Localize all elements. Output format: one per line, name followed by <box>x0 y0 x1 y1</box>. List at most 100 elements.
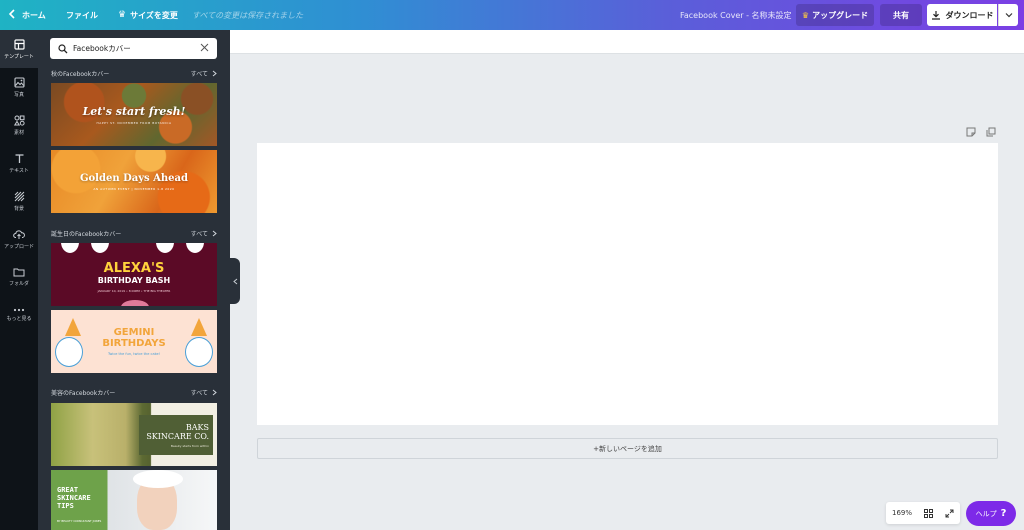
template-title: GEMINI BIRTHDAYS <box>102 327 166 349</box>
see-all-link[interactable]: すべて <box>191 229 217 238</box>
decor-balloon <box>186 243 204 253</box>
download-label: ダウンロード <box>945 10 994 20</box>
character-illustration <box>55 337 83 367</box>
sidebar-item-text[interactable]: テキスト <box>0 144 38 182</box>
chevron-down-icon <box>1005 12 1013 18</box>
party-hat-icon <box>191 318 207 336</box>
see-all-link[interactable]: すべて <box>191 69 217 78</box>
template-thumbnail[interactable]: GEMINI BIRTHDAYS Twice the fun, twice th… <box>51 310 217 373</box>
template-title: GREAT SKINCARE TIPS <box>57 486 91 510</box>
template-subtitle: HAPPY ST. NOVEMBER FROM BOTANICA <box>96 120 172 125</box>
background-icon <box>14 191 25 202</box>
chevron-right-icon <box>212 70 217 77</box>
toolbar-strip <box>230 30 1024 54</box>
section-header-beauty: 美容のFacebookカバー すべて <box>51 388 217 397</box>
file-label: ファイル <box>66 10 98 20</box>
duplicate-page-icon[interactable] <box>986 127 996 137</box>
template-thumbnail[interactable]: BAKS SKINCARE CO. Beauty starts from wit… <box>51 403 217 466</box>
fullscreen-icon[interactable] <box>945 509 954 518</box>
page-tools <box>966 127 996 137</box>
sidebar-item-label: 背景 <box>13 205 24 212</box>
zoom-level[interactable]: 169% <box>892 509 912 517</box>
design-canvas[interactable] <box>257 143 998 425</box>
template-subtitle: BY BEAUTY CONSULTANT JONES <box>57 519 102 523</box>
section-header-autumn: 秋のFacebookカバー すべて <box>51 69 217 78</box>
sidebar-item-uploads[interactable]: アップロード <box>0 220 38 258</box>
chevron-left-icon <box>8 8 16 22</box>
search-box[interactable] <box>50 38 217 59</box>
chevron-left-icon <box>232 278 238 285</box>
note-icon[interactable] <box>966 127 976 137</box>
help-label: ヘルプ <box>975 509 997 518</box>
chevron-right-icon <box>212 230 217 237</box>
decor-shape <box>133 470 183 488</box>
template-thumbnail[interactable]: ALEXA'S BIRTHDAY BASH JANUARY 10, 2019 •… <box>51 243 217 306</box>
more-icon <box>13 308 25 312</box>
file-menu[interactable]: ファイル <box>66 0 98 30</box>
decor-balloon <box>61 243 79 253</box>
template-icon <box>13 38 25 50</box>
resize-button[interactable]: ♛ サイズを変更 <box>118 0 178 30</box>
zoom-controls: 169% <box>886 502 960 524</box>
template-thumbnail[interactable]: Golden Days Ahead AN AUTUMN EVENT | NOVE… <box>51 150 217 213</box>
folder-icon <box>13 267 25 277</box>
crown-icon: ♛ <box>118 10 127 20</box>
section-title: 誕生日のFacebookカバー <box>51 231 122 238</box>
sidebar-item-folders[interactable]: フォルダ <box>0 258 38 296</box>
sidebar-item-background[interactable]: 背景 <box>0 182 38 220</box>
search-icon <box>58 43 68 54</box>
sidebar-item-label: テキスト <box>9 167 29 174</box>
help-button[interactable]: ヘルプ ? <box>966 501 1016 526</box>
search-input[interactable] <box>73 44 193 53</box>
sidebar-item-photos[interactable]: 写真 <box>0 68 38 106</box>
decor-balloon <box>91 243 109 253</box>
upgrade-button[interactable]: ♛ アップグレード <box>796 4 874 26</box>
share-button[interactable]: 共有 <box>880 4 922 26</box>
sidebar-item-elements[interactable]: 素材 <box>0 106 38 144</box>
save-status: すべての変更は保存されました <box>192 10 304 20</box>
document-title[interactable]: Facebook Cover - 名称未設定 <box>680 0 792 30</box>
text-icon <box>14 153 25 164</box>
template-thumbnail[interactable]: Let's start fresh! HAPPY ST. NOVEMBER FR… <box>51 83 217 146</box>
resize-label: サイズを変更 <box>130 10 178 20</box>
sidebar-item-label: テンプレート <box>4 53 34 60</box>
decor-shape <box>121 300 149 306</box>
template-title: BAKS SKINCARE CO. <box>146 422 209 441</box>
template-subtitle: Beauty starts from within <box>170 443 209 448</box>
section-title: 美容のFacebookカバー <box>51 390 116 397</box>
home-button[interactable]: ホーム <box>8 0 46 30</box>
sidebar-item-label: アップロード <box>3 243 34 250</box>
upload-icon <box>13 229 25 240</box>
see-all-label: すべて <box>190 390 208 397</box>
character-illustration <box>185 337 213 367</box>
collapse-panel-button[interactable] <box>230 258 240 304</box>
add-page-button[interactable]: +新しいページを追加 <box>257 438 998 459</box>
sidebar-item-templates[interactable]: テンプレート <box>0 30 38 68</box>
sidebar-item-label: もっと見る <box>6 316 32 322</box>
template-subtitle: BIRTHDAY BASH <box>97 276 171 285</box>
photo-icon <box>13 76 25 88</box>
sidebar-item-label: フォルダ <box>8 281 29 287</box>
home-label: ホーム <box>22 10 46 20</box>
see-all-link[interactable]: すべて <box>191 388 217 397</box>
left-nav: テンプレート 写真 素材 テキスト 背景 アップロード フォルダ もっと見る <box>0 30 38 530</box>
chevron-right-icon <box>212 389 217 396</box>
editor-area: +新しいページを追加 169% ヘルプ ? <box>230 30 1024 530</box>
close-icon[interactable] <box>200 43 209 52</box>
party-hat-icon <box>65 318 81 336</box>
top-bar: ホーム ファイル ♛ サイズを変更 すべての変更は保存されました Faceboo… <box>0 0 1024 30</box>
section-title: 秋のFacebookカバー <box>51 71 110 78</box>
template-thumbnail[interactable]: GREAT SKINCARE TIPS BY BEAUTY CONSULTANT… <box>51 470 217 530</box>
template-title: Let's start fresh! <box>82 104 186 118</box>
template-text-box: BAKS SKINCARE CO. Beauty starts from wit… <box>139 415 213 455</box>
download-button[interactable]: ダウンロード <box>927 4 997 26</box>
decor-balloon <box>156 243 174 253</box>
share-label: 共有 <box>893 10 909 20</box>
sidebar-item-label: 素材 <box>13 129 24 136</box>
sidebar-item-label: 写真 <box>13 91 24 98</box>
download-options-button[interactable] <box>998 4 1018 26</box>
template-subtitle: AN AUTUMN EVENT | NOVEMBER 1-8 2020 <box>93 186 175 191</box>
see-all-label: すべて <box>190 71 208 78</box>
sidebar-item-more[interactable]: もっと見る <box>0 296 38 334</box>
grid-view-icon[interactable] <box>923 508 933 518</box>
